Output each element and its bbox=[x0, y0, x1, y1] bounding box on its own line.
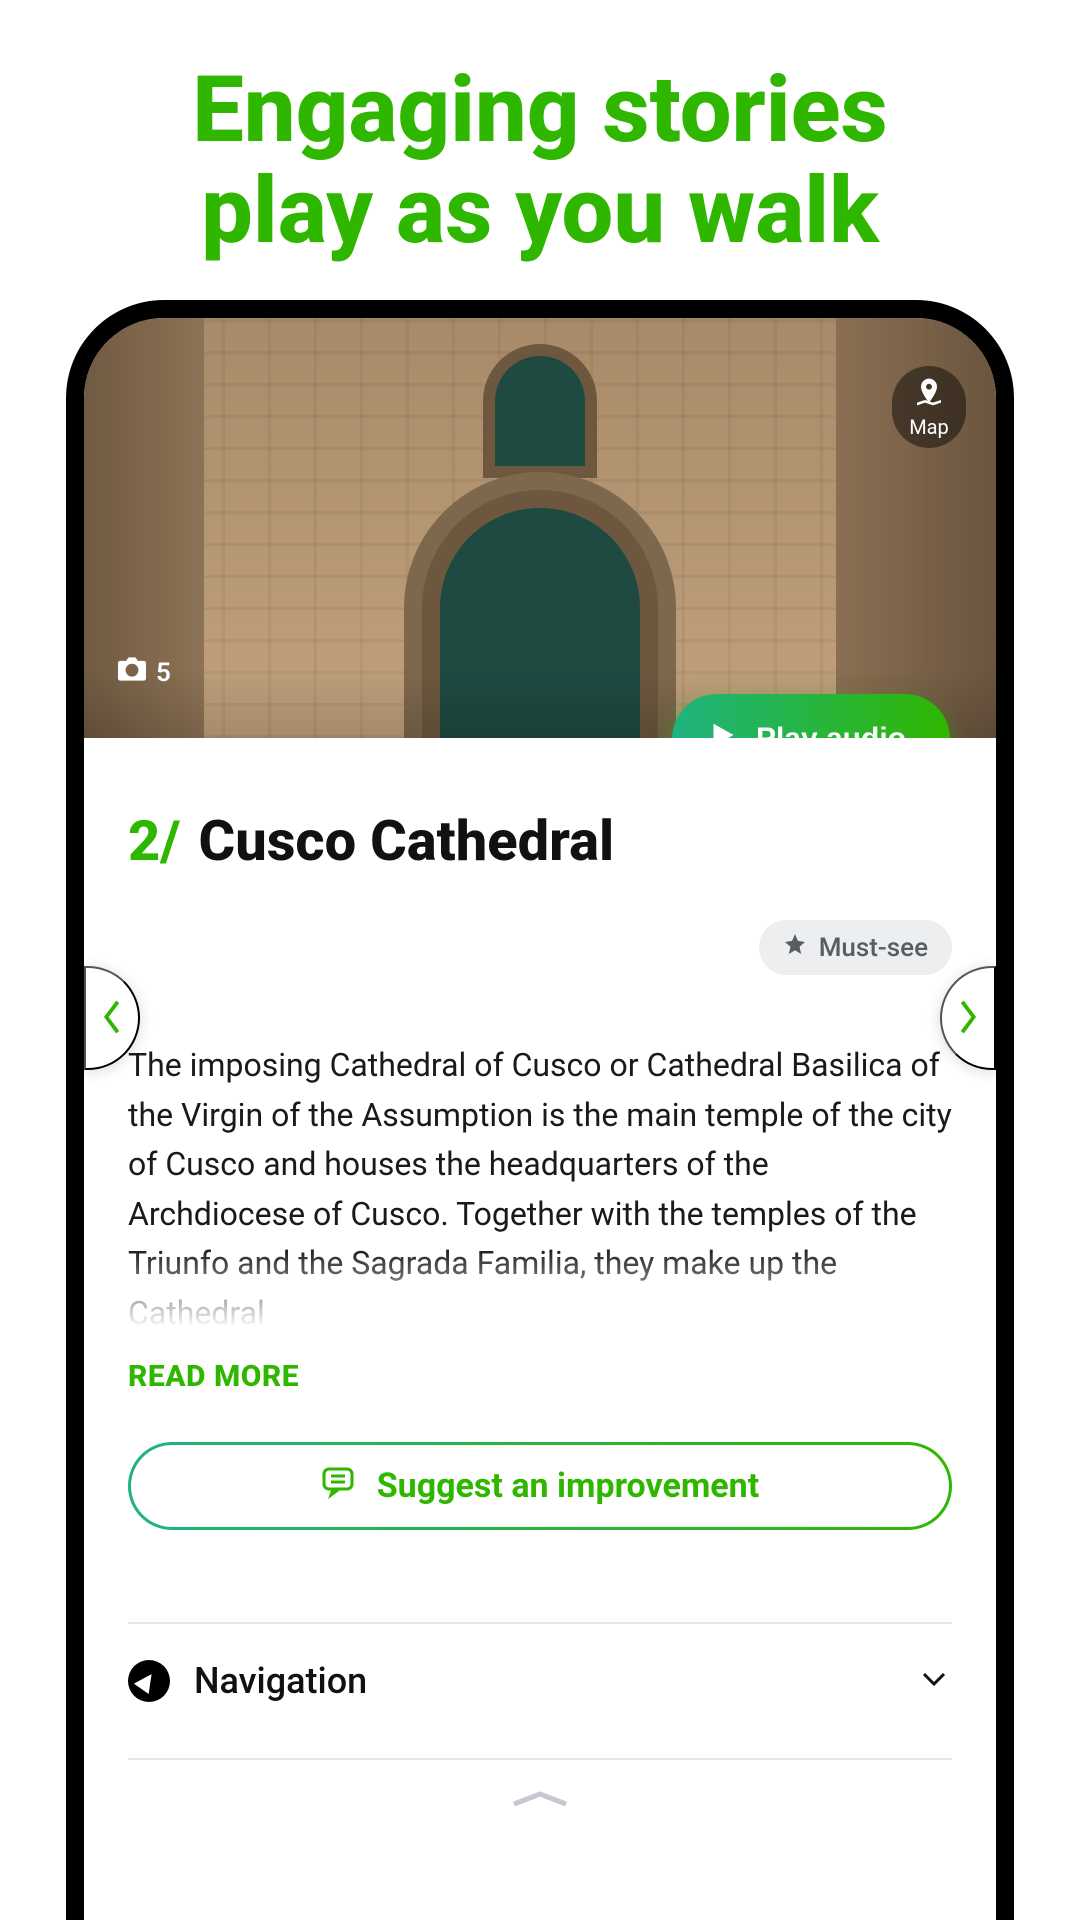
play-audio-button[interactable]: Play audio bbox=[672, 694, 950, 738]
hero-photo[interactable]: Map 5 Play audio bbox=[84, 318, 996, 738]
compass-icon bbox=[128, 1660, 170, 1702]
navigation-label: Navigation bbox=[194, 1660, 892, 1702]
play-audio-label: Play audio bbox=[756, 722, 906, 738]
map-button[interactable]: Map bbox=[892, 366, 966, 448]
phone-frame: Map 5 Play audio bbox=[66, 300, 1014, 1920]
photo-count-value: 5 bbox=[156, 658, 171, 688]
headline-line1: Engaging stories bbox=[192, 57, 888, 164]
camera-icon bbox=[118, 657, 146, 688]
must-see-badge: Must-see bbox=[759, 920, 952, 975]
read-more-button[interactable]: READ MORE bbox=[128, 1359, 952, 1394]
suggest-improvement-button[interactable]: Suggest an improvement bbox=[128, 1442, 952, 1530]
stop-index: 2/ bbox=[128, 808, 181, 874]
bottom-sheet-handle[interactable] bbox=[505, 1790, 575, 1808]
feedback-icon bbox=[321, 1465, 355, 1508]
hero-niche bbox=[495, 356, 585, 466]
tag-row: Must-see bbox=[128, 920, 952, 975]
bottom-sheet-divider bbox=[128, 1758, 952, 1760]
stop-name: Cusco Cathedral bbox=[199, 808, 615, 874]
headline-line2: play as you walk bbox=[201, 158, 879, 265]
must-see-label: Must-see bbox=[819, 933, 928, 963]
star-icon bbox=[783, 932, 807, 963]
map-pin-icon bbox=[913, 376, 945, 413]
stop-description: The imposing Cathedral of Cusco or Cathe… bbox=[128, 1041, 952, 1329]
app-store-headline: Engaging stories play as you walk bbox=[0, 0, 1080, 312]
play-icon bbox=[706, 720, 736, 738]
photo-count-chip[interactable]: 5 bbox=[118, 657, 171, 688]
stop-details: 2/ Cusco Cathedral Must-see The imposing… bbox=[84, 738, 996, 1808]
map-button-label: Map bbox=[909, 415, 949, 439]
chevron-down-icon bbox=[916, 1661, 952, 1701]
navigation-section[interactable]: Navigation bbox=[128, 1622, 952, 1738]
suggest-improvement-label: Suggest an improvement bbox=[377, 1466, 760, 1506]
stop-title: 2/ Cusco Cathedral bbox=[128, 808, 952, 874]
phone-screen: Map 5 Play audio bbox=[84, 318, 996, 1920]
